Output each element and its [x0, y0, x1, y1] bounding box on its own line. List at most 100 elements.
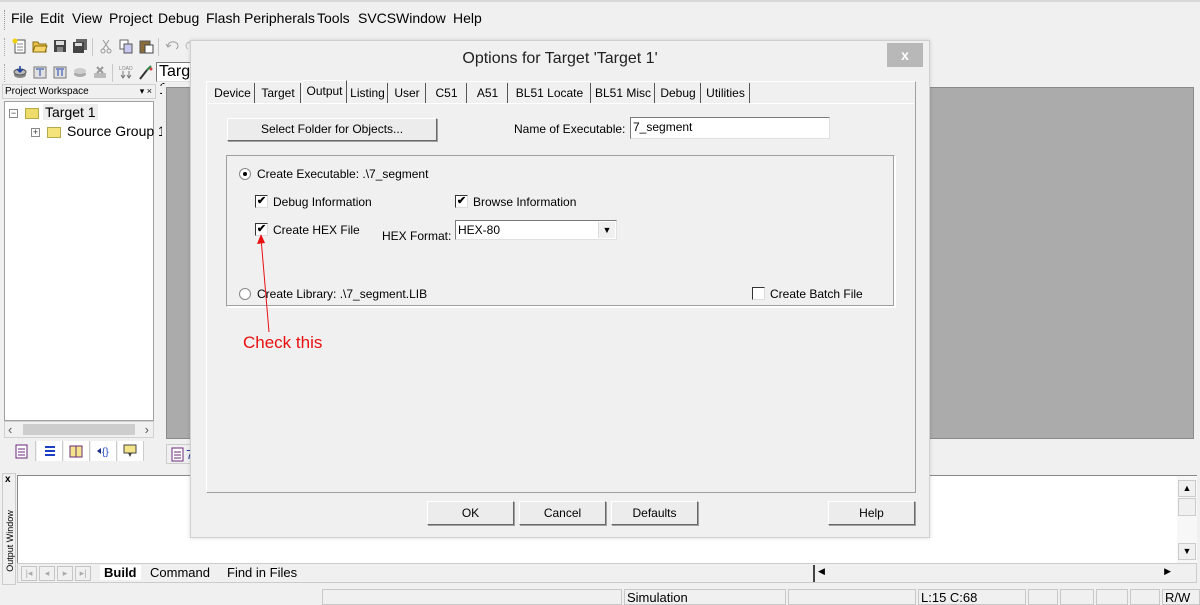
output-close-icon[interactable]: x [5, 474, 11, 485]
menu-project[interactable]: Project [109, 10, 153, 26]
output-horizontal-scrollbar[interactable]: ◀ ▶ [813, 565, 1177, 582]
rebuild-all-icon[interactable] [52, 64, 68, 80]
scroll-left-icon[interactable]: ‹ [8, 422, 12, 437]
status-bar: Simulation L:15 C:68 R/W [0, 588, 1200, 605]
paste-icon[interactable] [138, 38, 154, 54]
copy-icon[interactable] [118, 38, 134, 54]
tab-c51[interactable]: C51 [427, 83, 467, 103]
menu-window[interactable]: Window [396, 10, 446, 26]
status-access: R/W [1162, 589, 1200, 605]
hex-format-value: HEX-80 [458, 223, 501, 237]
new-file-icon[interactable] [12, 38, 28, 54]
batch-build-icon[interactable] [72, 64, 88, 80]
save-icon[interactable] [52, 38, 68, 54]
output-vertical-scrollbar[interactable]: ▲ ▼ [1177, 476, 1197, 564]
status-pane-num [1060, 589, 1094, 605]
menu-bar: File Edit View Project Debug Flash Perip… [0, 0, 1200, 34]
functions-tab[interactable]: {} [91, 441, 117, 461]
browse-information-checkbox[interactable]: ✔ [455, 195, 468, 208]
tab-find-in-files[interactable]: Find in Files [227, 565, 297, 580]
tab-a51[interactable]: A51 [468, 83, 508, 103]
save-all-icon[interactable] [72, 38, 88, 54]
tab-build[interactable]: Build [100, 565, 141, 580]
tab-utilities[interactable]: Utilities [702, 83, 750, 103]
menu-edit[interactable]: Edit [40, 10, 64, 26]
name-of-executable-input[interactable]: 7_segment [630, 117, 830, 139]
templates-tab[interactable] [118, 441, 144, 461]
tab-device[interactable]: Device [211, 83, 255, 103]
scroll-right-icon[interactable]: ▶ [1164, 566, 1171, 577]
toolbar-grip[interactable] [4, 64, 7, 82]
cancel-button[interactable]: Cancel [519, 501, 606, 525]
scroll-up-icon[interactable]: ▲ [1178, 480, 1196, 497]
tab-target[interactable]: Target [256, 83, 301, 103]
download-icon[interactable]: LOAD [118, 64, 134, 80]
menu-tools[interactable]: Tools [317, 10, 350, 26]
collapse-icon[interactable]: − [9, 109, 18, 118]
scroll-left-icon[interactable]: ◀ [818, 566, 825, 577]
first-tab-icon[interactable]: |◂ [21, 566, 37, 581]
tab-debug[interactable]: Debug [656, 83, 701, 103]
tab-bl51-misc[interactable]: BL51 Misc [592, 83, 655, 103]
expand-icon[interactable]: + [31, 128, 40, 137]
scrollbar-thumb[interactable] [23, 424, 135, 435]
toolbar-grip[interactable] [4, 38, 7, 56]
scrollbar-thumb[interactable] [1178, 498, 1196, 516]
toolbar-separator [92, 38, 93, 56]
cut-icon[interactable] [98, 38, 114, 54]
tab-user[interactable]: User [389, 83, 426, 103]
tab-listing[interactable]: Listing [348, 83, 388, 103]
radio-selected-dot [243, 172, 247, 176]
debug-information-label: Debug Information [273, 195, 372, 209]
browse-information-label: Browse Information [473, 195, 577, 209]
create-executable-label: Create Executable: .\7_segment [257, 167, 429, 181]
templates-tab-icon [123, 444, 137, 457]
create-executable-radio[interactable] [239, 168, 251, 180]
menu-view[interactable]: View [72, 10, 102, 26]
menu-file[interactable]: File [11, 10, 34, 26]
tab-bl51-locate[interactable]: BL51 Locate [509, 83, 591, 103]
scroll-down-icon[interactable]: ▼ [1178, 543, 1196, 560]
regs-tab[interactable] [37, 441, 63, 461]
menu-debug[interactable]: Debug [158, 10, 199, 26]
menu-flash[interactable]: Flash [206, 10, 240, 26]
books-tab-icon [69, 445, 83, 458]
tab-output[interactable]: Output [302, 80, 347, 103]
create-hex-file-label: Create HEX File [273, 223, 360, 237]
create-batch-file-checkbox[interactable] [752, 287, 765, 300]
document-icon [171, 447, 184, 462]
next-tab-icon[interactable]: ▸ [57, 566, 73, 581]
menubar-grip[interactable] [4, 10, 6, 30]
toolbar-separator [112, 64, 113, 82]
workspace-controls[interactable]: ▾ × [140, 85, 152, 98]
select-folder-button[interactable]: Select Folder for Objects... [227, 118, 437, 141]
undo-icon[interactable] [164, 38, 180, 54]
scroll-right-icon[interactable]: › [145, 422, 149, 437]
status-mode: Simulation [624, 589, 786, 605]
build-target-icon[interactable] [32, 64, 48, 80]
name-of-executable-label: Name of Executable: [514, 122, 626, 136]
dropdown-arrow-icon[interactable]: ▼ [598, 222, 615, 238]
ok-button[interactable]: OK [427, 501, 514, 525]
last-tab-icon[interactable]: ▸| [75, 566, 91, 581]
stop-build-icon[interactable] [92, 64, 108, 80]
books-tab[interactable] [64, 441, 90, 461]
menu-help[interactable]: Help [453, 10, 482, 26]
dialog-close-button[interactable]: x [887, 43, 923, 67]
workspace-title: Project Workspace [5, 86, 89, 97]
open-file-icon[interactable] [32, 38, 48, 54]
target-options-icon[interactable] [138, 64, 154, 80]
create-library-label: Create Library: .\7_segment.LIB [257, 287, 428, 301]
folder-icon [47, 127, 61, 138]
translate-icon[interactable] [12, 64, 28, 80]
hex-format-select[interactable]: HEX-80 ▼ [455, 220, 617, 240]
menu-svcs[interactable]: SVCS [358, 10, 396, 26]
help-button[interactable]: Help [828, 501, 915, 525]
debug-information-checkbox[interactable]: ✔ [255, 195, 268, 208]
defaults-button[interactable]: Defaults [611, 501, 698, 525]
workspace-horizontal-scrollbar[interactable]: ‹ › [4, 421, 154, 438]
tab-command[interactable]: Command [150, 565, 210, 580]
prev-tab-icon[interactable]: ◂ [39, 566, 55, 581]
files-tab[interactable] [10, 441, 36, 461]
menu-peripherals[interactable]: Peripherals [244, 10, 315, 26]
